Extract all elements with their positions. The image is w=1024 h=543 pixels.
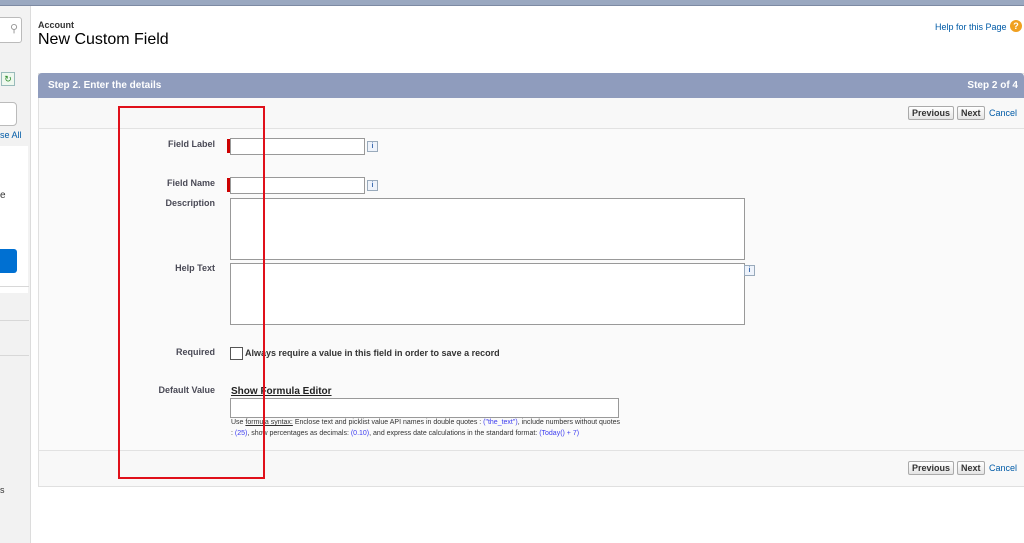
sidebar-text: s <box>0 485 5 495</box>
next-button[interactable]: Next <box>957 106 985 120</box>
default-value-input[interactable] <box>230 398 619 418</box>
info-icon[interactable]: i <box>367 141 378 152</box>
previous-button-bottom[interactable]: Previous <box>908 461 955 475</box>
hint-example: (25) <box>234 430 248 437</box>
description-textarea[interactable] <box>230 198 745 260</box>
hint-example: ("the_text") <box>483 419 518 426</box>
refresh-icon[interactable]: ↻ <box>1 72 15 86</box>
info-icon[interactable]: i <box>744 265 755 276</box>
required-checkbox[interactable] <box>230 347 243 360</box>
help-text-textarea[interactable] <box>230 263 745 325</box>
search-icon[interactable]: ⚲ <box>10 22 18 35</box>
hint-text: Enclose text and picklist value API name… <box>292 419 484 426</box>
formula-syntax-link[interactable]: formula syntax: <box>245 419 292 426</box>
sidebar: ⚲ ↻ se All e s <box>0 6 31 543</box>
divider <box>0 320 29 321</box>
sidebar-search-input[interactable]: ⚲ <box>0 17 22 43</box>
help-icon[interactable]: ? <box>1010 20 1022 32</box>
divider <box>38 450 1024 451</box>
description-label: Description <box>165 198 215 208</box>
divider <box>0 286 29 287</box>
hint-text: , and express date calculations in the s… <box>369 430 540 437</box>
step-header: Step 2. Enter the details Step 2 of 4 <box>38 73 1024 98</box>
hint-example: (0.10) <box>350 430 370 437</box>
help-link[interactable]: Help for this Page <box>935 22 1007 32</box>
page-title: New Custom Field <box>38 31 169 48</box>
hint-example: (Today() + 7) <box>539 430 580 437</box>
object-name: Account <box>38 20 74 30</box>
default-value-label: Default Value <box>158 385 215 395</box>
sidebar-collapse-all-link[interactable]: se All <box>0 130 22 140</box>
required-checkbox-label[interactable]: Always require a value in this field in … <box>245 348 500 358</box>
formula-hint: Use formula syntax: Enclose text and pic… <box>231 417 621 439</box>
top-bar <box>0 0 1024 6</box>
info-icon[interactable]: i <box>367 180 378 191</box>
step-title: Step 2. Enter the details <box>48 80 162 91</box>
field-label-input[interactable] <box>230 138 365 155</box>
field-name-label: Field Name <box>166 178 215 188</box>
help-text-label: Help Text <box>175 263 215 273</box>
required-label: Required <box>175 347 215 357</box>
sidebar-text: e <box>0 190 6 201</box>
step-progress: Step 2 of 4 <box>967 80 1018 91</box>
hint-text: , show percentages as decimals: <box>247 430 351 437</box>
cancel-link[interactable]: Cancel <box>989 108 1017 118</box>
next-button-bottom[interactable]: Next <box>957 461 985 475</box>
divider <box>0 355 29 356</box>
show-formula-editor-link[interactable]: Show Formula Editor <box>231 386 332 397</box>
sidebar-input[interactable] <box>0 102 17 126</box>
cancel-link-bottom[interactable]: Cancel <box>989 463 1017 473</box>
previous-button[interactable]: Previous <box>908 106 955 120</box>
field-name-input[interactable] <box>230 177 365 194</box>
sidebar-button[interactable] <box>0 249 17 273</box>
top-button-row <box>39 99 1024 128</box>
field-label-label: Field Label <box>167 139 215 149</box>
hint-text: Use <box>231 419 246 426</box>
